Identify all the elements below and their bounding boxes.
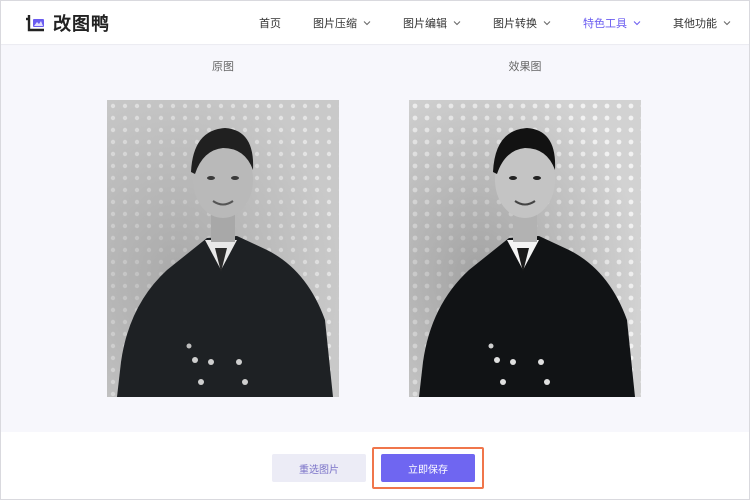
nav-item-label: 图片压缩 [313,17,357,30]
brand-name: 改图鸭 [53,14,110,35]
nav-item-label: 其他功能 [673,17,717,30]
top-header: 改图鸭 首页 图片压缩 图片编辑 图片转换 特色工具 其他功能 [1,1,749,45]
app-frame: 改图鸭 首页 图片压缩 图片编辑 图片转换 特色工具 其他功能 原图 效果图 重… [0,0,750,500]
result-title: 效果图 [508,60,542,73]
nav-item-label: 图片转换 [493,17,537,30]
nav-item-edit[interactable]: 图片编辑 [403,15,461,31]
nav-item-label: 首页 [259,17,281,30]
compare-area: 原图 效果图 [1,46,749,432]
chevron-down-icon [723,21,731,26]
brand-logo[interactable]: 改图鸭 [25,11,110,35]
save-button-highlight [372,447,484,489]
original-title: 原图 [212,60,234,73]
chevron-down-icon [453,21,461,26]
result-image [409,100,641,397]
main-nav: 首页 图片压缩 图片编辑 图片转换 特色工具 其他功能 [259,1,731,45]
nav-item-label: 特色工具 [583,17,627,30]
chevron-down-icon [543,21,551,26]
nav-item-other[interactable]: 其他功能 [673,15,731,31]
nav-item-featured-tools[interactable]: 特色工具 [583,15,641,31]
nav-item-compress[interactable]: 图片压缩 [313,15,371,31]
chevron-down-icon [633,21,641,26]
nav-item-convert[interactable]: 图片转换 [493,15,551,31]
nav-item-label: 图片编辑 [403,17,447,30]
original-image [107,100,339,397]
reselect-image-button[interactable]: 重选图片 [272,454,366,482]
logo-icon [26,15,44,32]
nav-item-home[interactable]: 首页 [259,15,281,31]
chevron-down-icon [363,21,371,26]
